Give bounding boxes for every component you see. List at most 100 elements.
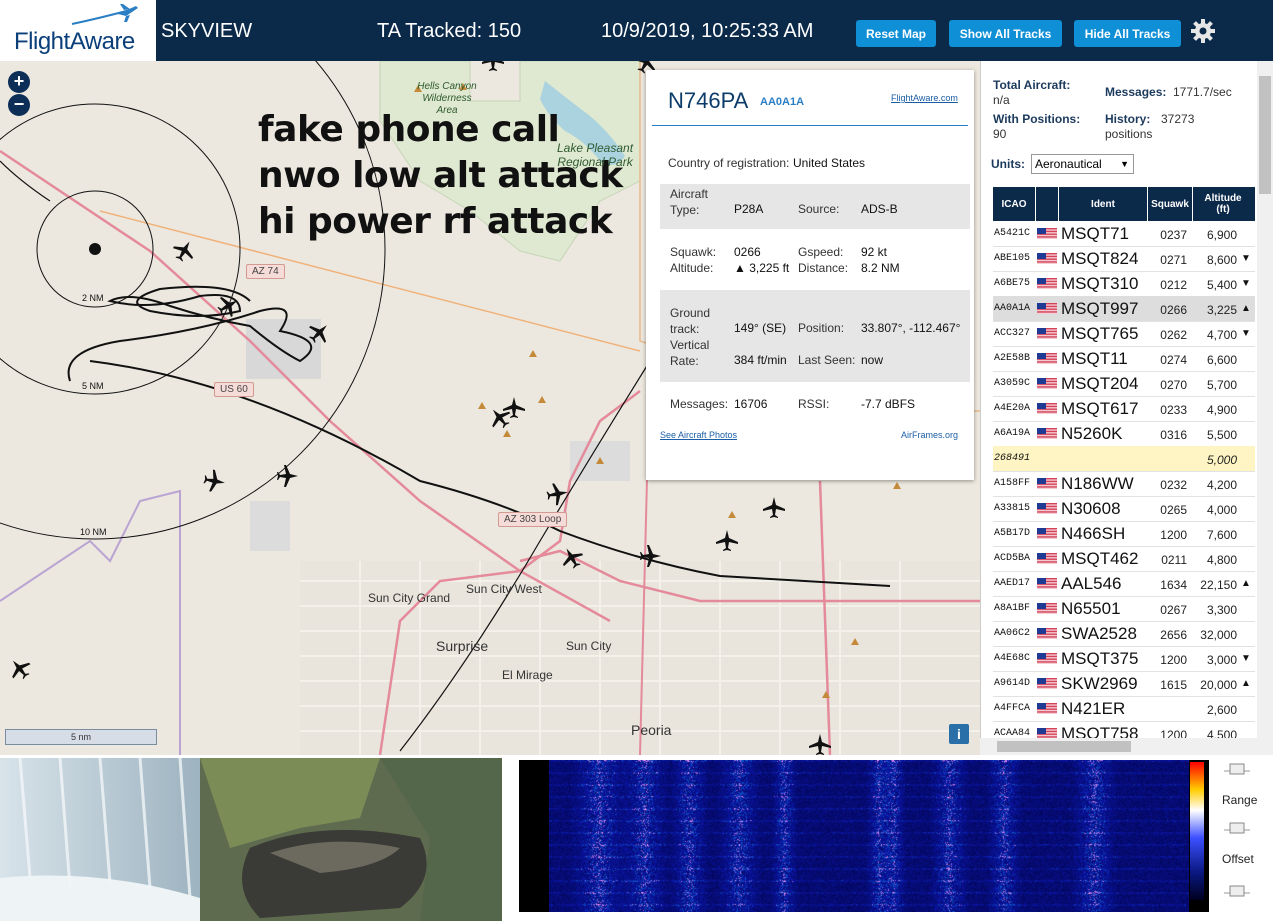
cell-squawk: 0265 <box>1160 503 1187 517</box>
with-positions-label: With Positions: <box>993 112 1081 126</box>
cell-altitude-trend: ▲ <box>1241 578 1251 589</box>
table-row[interactable]: 268491 5,000 <box>993 446 1255 472</box>
table-row[interactable]: ACC327 MSQT765 0262 4,700 ▼ <box>993 321 1255 347</box>
scale-bar: 5 nm <box>5 729 157 745</box>
cell-ident: N186WW <box>1061 474 1134 493</box>
cell-icao: A4E68C <box>994 653 1031 664</box>
annotation-line-1: fake phone call <box>258 109 560 150</box>
ring-label-2nm: 2 NM <box>82 293 104 303</box>
total-aircraft-value: n/a <box>993 93 1010 107</box>
annotation-line-3: hi power rf attack <box>258 201 613 242</box>
ground-track-label: Ground track: <box>670 306 711 336</box>
vertical-scroll-thumb[interactable] <box>1259 76 1271 194</box>
cell-ident: MSQT310 <box>1061 274 1139 293</box>
table-row[interactable]: A5421C MSQT71 0237 6,900 <box>993 221 1255 247</box>
flightaware-link[interactable]: FlightAware.com <box>891 93 958 103</box>
airframes-link[interactable]: AirFrames.org <box>901 430 958 440</box>
horizontal-scroll-thumb[interactable] <box>997 741 1131 752</box>
table-row[interactable]: AAED17 AAL546 1634 22,150 ▲ <box>993 571 1255 597</box>
zoom-out-button[interactable]: − <box>8 94 30 116</box>
table-row[interactable]: A4E68C MSQT375 1200 3,000 ▼ <box>993 646 1255 672</box>
cell-altitude: 3,225 <box>1206 303 1237 317</box>
cell-icao: A3059C <box>994 378 1031 389</box>
table-row[interactable]: A5B17D N466SH 1200 7,600 <box>993 521 1255 547</box>
table-row[interactable]: A4E20A MSQT617 0233 4,900 <box>993 396 1255 422</box>
cell-ident: MSQT71 <box>1061 224 1130 243</box>
cell-squawk: 1200 <box>1160 528 1187 542</box>
cell-squawk: 0212 <box>1160 278 1187 292</box>
cell-altitude-trend: ▼ <box>1241 253 1251 264</box>
units-select[interactable]: Aeronautical ▼ <box>1031 154 1134 174</box>
ring-label-10nm: 10 NM <box>80 527 107 537</box>
cell-squawk: 0211 <box>1161 553 1187 567</box>
cell-altitude: 4,900 <box>1206 403 1237 417</box>
flightaware-logo[interactable]: FlightAware <box>0 0 156 61</box>
table-row[interactable]: AA0A1A MSQT997 0266 3,225 ▲ <box>993 296 1255 322</box>
cell-squawk: 1615 <box>1160 678 1187 692</box>
table-row[interactable]: A4FFCA N421ER 2,600 <box>993 696 1255 722</box>
table-row[interactable]: A33815 N30608 0265 4,000 <box>993 496 1255 522</box>
squawk-value: 0266 <box>734 245 761 259</box>
cell-altitude: 2,600 <box>1206 703 1237 717</box>
units-label: Units: <box>991 157 1025 171</box>
cell-altitude: 5,700 <box>1206 378 1237 392</box>
us-flag-icon <box>1037 328 1057 339</box>
cell-ident: N421ER <box>1061 699 1126 718</box>
cell-icao: AAED17 <box>994 578 1031 589</box>
cell-altitude: 8,600 <box>1206 253 1237 267</box>
units-value: Aeronautical <box>1035 157 1102 171</box>
table-row[interactable]: A6BE75 MSQT310 0212 5,400 ▼ <box>993 271 1255 297</box>
table-row[interactable]: AA06C2 SWA2528 2656 32,000 <box>993 621 1255 647</box>
cell-altitude: 6,600 <box>1206 353 1237 367</box>
table-row[interactable]: ABE105 MSQT824 0271 8,600 ▼ <box>993 246 1255 272</box>
col-icao[interactable]: ICAO <box>993 187 1036 221</box>
cell-squawk: 0274 <box>1160 353 1187 367</box>
popup-divider <box>652 125 968 126</box>
col-altitude[interactable]: Altitude (ft) <box>1193 187 1253 221</box>
place-surprise: Surprise <box>436 638 489 654</box>
col-ident[interactable]: Ident <box>1059 187 1148 221</box>
aircraft-photos-link[interactable]: See Aircraft Photos <box>660 430 737 440</box>
aircraft-detail-popup: N746PA AA0A1A FlightAware.com Country of… <box>646 70 974 480</box>
plane-logo-icon <box>71 4 138 25</box>
info-button[interactable]: i <box>949 724 969 744</box>
cell-icao: A8A1BF <box>994 603 1031 614</box>
table-row[interactable]: A8A1BF N65501 0267 3,300 <box>993 596 1255 622</box>
us-flag-icon <box>1037 703 1057 714</box>
gear-icon[interactable] <box>1190 18 1216 44</box>
hide-all-tracks-button[interactable]: Hide All Tracks <box>1074 20 1181 47</box>
us-flag-icon <box>1037 428 1057 439</box>
reset-map-button[interactable]: Reset Map <box>856 20 936 47</box>
cell-ident: MSQT204 <box>1061 374 1139 393</box>
source-value: ADS-B <box>861 202 898 216</box>
messages-rate-value: 1771.7/sec <box>1173 85 1232 99</box>
current-datetime: 10/9/2019, 10:25:33 AM <box>601 20 814 42</box>
cell-squawk: 0232 <box>1160 478 1187 492</box>
cell-altitude-trend: ▼ <box>1241 328 1251 339</box>
col-squawk[interactable]: Squawk <box>1148 187 1193 221</box>
cell-altitude-trend: ▲ <box>1241 303 1251 314</box>
last-seen-label: Last Seen: <box>798 353 856 367</box>
table-row[interactable]: A9614D SKW2969 1615 20,000 ▲ <box>993 671 1255 697</box>
distance-value: 8.2 NM <box>861 261 900 275</box>
show-all-tracks-button[interactable]: Show All Tracks <box>949 20 1062 47</box>
country-label: Country of registration: <box>668 156 790 170</box>
total-aircraft-label: Total Aircraft: <box>993 78 1071 92</box>
us-flag-icon <box>1037 528 1057 539</box>
offset-slider-handle[interactable] <box>1224 884 1250 898</box>
top-slider-handle[interactable] <box>1224 762 1250 776</box>
table-row[interactable]: A158FF N186WW 0232 4,200 <box>993 471 1255 497</box>
col-flag[interactable] <box>1036 187 1059 221</box>
vertical-rate-value: 384 ft/min <box>734 353 787 367</box>
table-row[interactable]: A6A19A N5260K 0316 5,500 <box>993 421 1255 447</box>
cell-altitude-trend: ▲ <box>1241 678 1251 689</box>
table-row[interactable]: ACD5BA MSQT462 0211 4,800 <box>993 546 1255 572</box>
aircraft-type-label: Aircraft Type: <box>670 187 709 217</box>
range-slider-handle[interactable] <box>1224 821 1250 835</box>
tracked-count: TA Tracked: 150 <box>377 20 522 42</box>
zoom-in-button[interactable]: + <box>8 71 30 93</box>
table-row[interactable]: A2E58B MSQT11 0274 6,600 <box>993 346 1255 372</box>
spectrum-waterfall[interactable] <box>519 760 1209 912</box>
table-row[interactable]: A3059C MSQT204 0270 5,700 <box>993 371 1255 397</box>
cell-altitude: 3,300 <box>1206 603 1237 617</box>
